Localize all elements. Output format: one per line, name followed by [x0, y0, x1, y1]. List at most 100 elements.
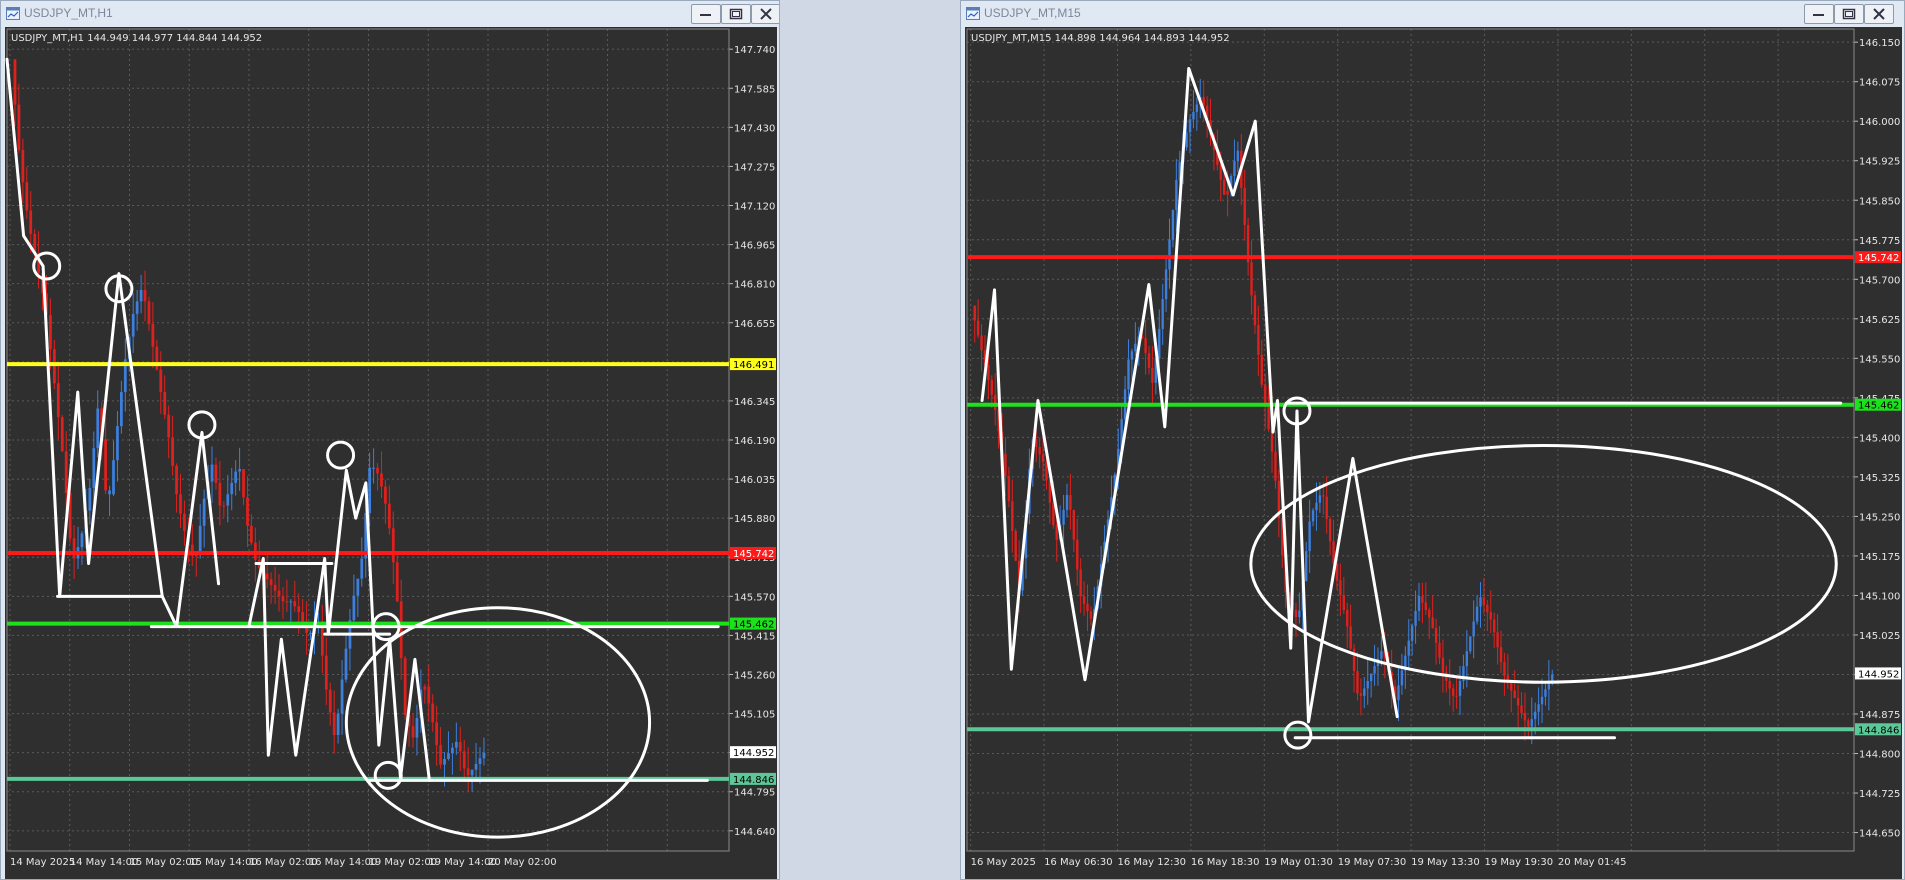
x-axis-tick-label: 19 May 13:30: [1411, 857, 1480, 868]
candle-body: [108, 490, 111, 495]
candle-body: [1407, 640, 1410, 656]
candle-body: [1369, 673, 1373, 681]
candle-body: [1147, 353, 1151, 368]
close-button[interactable]: [751, 4, 779, 24]
candle-body: [474, 764, 478, 770]
candle-body: [482, 752, 486, 759]
candle-body: [1014, 530, 1017, 561]
candle-body: [56, 383, 60, 418]
x-axis-tick-label: 15 May 02:00: [129, 857, 198, 868]
candle-body: [1465, 651, 1469, 667]
candle-body: [1346, 610, 1349, 627]
y-axis-tick-label: 145.325: [1859, 473, 1900, 484]
x-axis-tick-label: 16 May 06:30: [1044, 857, 1113, 868]
x-axis-tick-label: 20 May 01:45: [1558, 857, 1627, 868]
candle-body: [1202, 97, 1205, 106]
candle-body: [1130, 351, 1134, 360]
candle-body: [987, 365, 990, 381]
candle-body: [427, 686, 431, 704]
candle-body: [163, 392, 167, 415]
candle-body: [994, 394, 997, 410]
candle-body: [1503, 662, 1506, 676]
y-axis-tick-label: 145.260: [734, 670, 775, 681]
candle-body: [301, 612, 305, 622]
candle-body: [356, 578, 360, 596]
candle-body: [60, 417, 64, 452]
close-button[interactable]: [1864, 4, 1894, 24]
chart-window-h1[interactable]: USDJPY_MT,H1 147.740 147.585 147.430 147.27…: [0, 0, 780, 880]
candle-body: [277, 590, 281, 597]
candle-body: [183, 513, 186, 531]
candle-body: [1236, 150, 1240, 162]
candle-body: [423, 686, 427, 690]
candle-body: [1366, 680, 1369, 689]
candle-body: [1527, 720, 1530, 727]
candle-body: [1339, 580, 1342, 596]
y-axis-tick-label: 146.075: [1859, 78, 1900, 89]
candle-body: [13, 59, 17, 105]
candle-body: [151, 324, 155, 347]
candle-body: [340, 679, 344, 714]
candle-body: [1400, 670, 1404, 686]
candle-body: [1038, 446, 1041, 455]
candle-body: [1065, 495, 1069, 510]
candle-body: [447, 753, 450, 759]
x-axis-tick-label: 15 May 14:00: [189, 857, 258, 868]
candle-body: [1007, 476, 1011, 502]
candle-body: [1510, 683, 1513, 691]
minimize-button[interactable]: [691, 4, 721, 24]
candle-body: [139, 289, 143, 302]
x-axis-tick-label: 19 May 19:30: [1485, 857, 1554, 868]
price-level-label: 145.742: [733, 549, 774, 560]
candle-body: [1482, 597, 1486, 605]
candle-body: [478, 758, 482, 765]
candle-body: [49, 315, 52, 350]
candle-body: [1315, 502, 1318, 511]
maximize-button[interactable]: [721, 4, 751, 24]
window-title: USDJPY_MT,M15: [984, 6, 1081, 20]
maximize-button[interactable]: [1834, 4, 1864, 24]
candle-body: [454, 741, 458, 748]
price-level-label: 146.491: [733, 360, 774, 371]
candle-body: [1062, 509, 1065, 525]
x-axis-tick-label: 16 May 18:30: [1191, 857, 1260, 868]
candle-body: [222, 505, 226, 507]
x-axis-tick-label: 16 May 2025: [971, 857, 1036, 868]
candle-body: [1243, 187, 1246, 226]
candle-body: [53, 349, 56, 384]
candle-body: [1011, 501, 1014, 531]
candle-body: [273, 584, 277, 591]
candle-body: [1520, 705, 1523, 713]
candle-body: [246, 497, 249, 526]
candle-body: [1352, 648, 1356, 672]
y-axis-tick-label: 144.800: [1859, 750, 1900, 761]
candle-body: [399, 601, 403, 659]
window-titlebar[interactable]: USDJPY_MT,M15: [961, 1, 1904, 27]
minimize-button[interactable]: [1804, 4, 1834, 24]
candle-body: [143, 289, 147, 302]
candle-body: [1380, 651, 1383, 659]
price-chart-m15[interactable]: 146.150 146.075 146.000 145.925 145.850 145.7…: [965, 27, 1902, 880]
candle-body: [352, 595, 356, 621]
candle-body: [1175, 180, 1178, 210]
candle-body: [21, 150, 25, 183]
window-titlebar[interactable]: USDJPY_MT,H1: [1, 1, 779, 27]
candle-body: [210, 464, 214, 482]
candle-body: [116, 426, 119, 461]
chart-window-m15[interactable]: USDJPY_MT,M15 146.150 146.075 146.000 145.9…: [960, 0, 1905, 880]
chart-canvas[interactable]: 146.150 146.075 146.000 145.925 145.850 145.7…: [965, 27, 1902, 880]
candle-body: [1475, 606, 1479, 622]
candle-body: [214, 464, 218, 483]
candle-body: [1305, 551, 1308, 581]
candle-body: [64, 451, 68, 493]
y-axis-tick-label: 144.725: [1859, 789, 1900, 800]
candle-body: [1434, 627, 1438, 643]
candle-body: [1448, 680, 1451, 689]
y-axis-tick-label: 147.740: [734, 45, 775, 56]
chart-canvas[interactable]: 147.740 147.585 147.430 147.275 147.120 146.9…: [5, 27, 777, 880]
price-chart-h1[interactable]: 147.740 147.585 147.430 147.275 147.120 146.9…: [5, 27, 777, 880]
candle-body: [96, 408, 100, 449]
candle-body: [1267, 406, 1270, 430]
price-level-label: 145.462: [1858, 401, 1899, 412]
y-axis-tick-label: 145.415: [734, 631, 775, 642]
